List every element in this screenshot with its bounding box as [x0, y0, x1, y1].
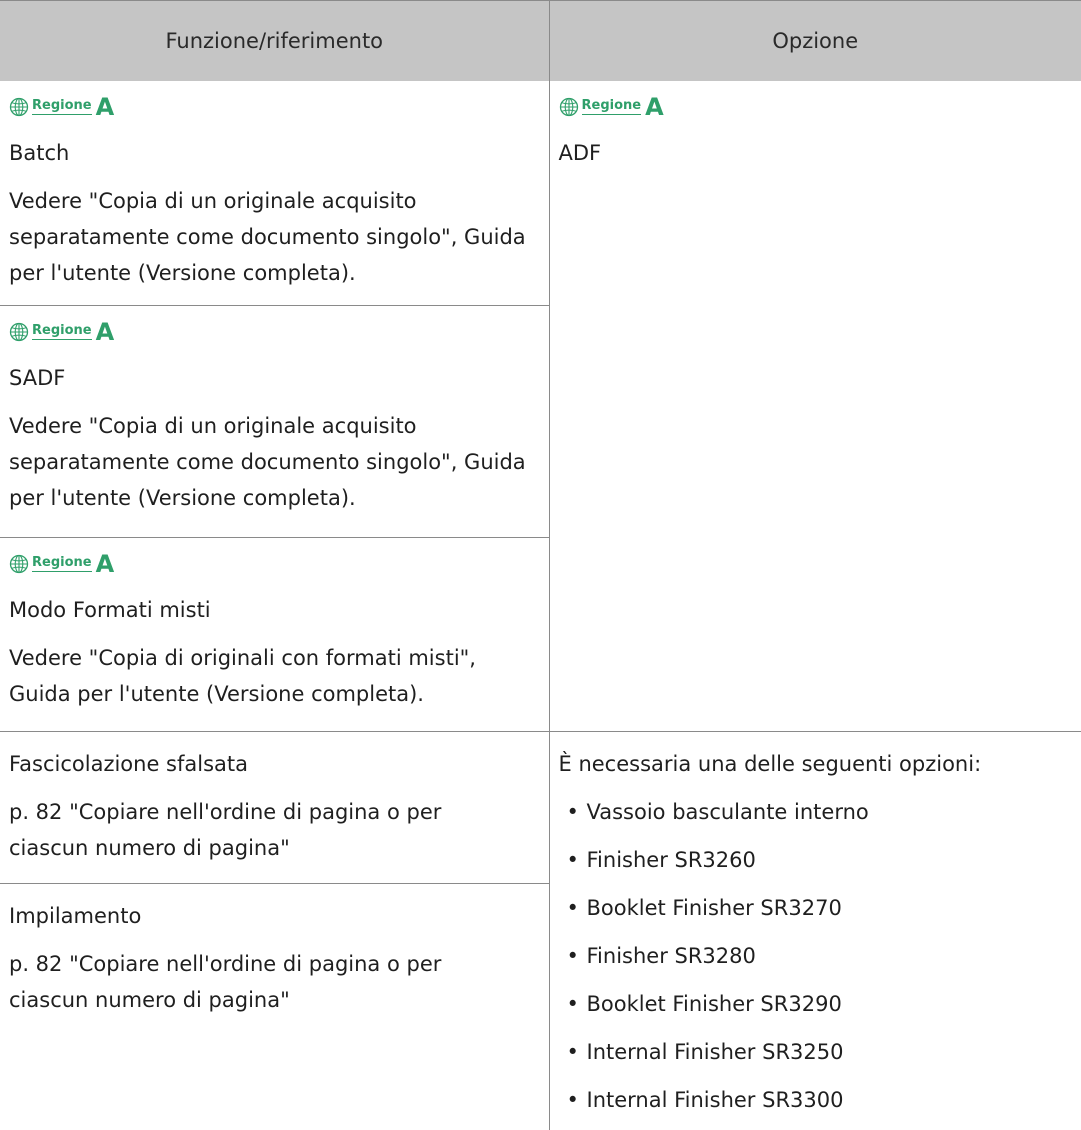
- region-label: Regione: [32, 324, 92, 340]
- reference-line: Vedere "Copia di un originale acquisito: [9, 183, 539, 219]
- option-cell-adf: Regione A ADF: [549, 81, 1081, 732]
- list-item: • Finisher SR3280: [559, 938, 1072, 974]
- function-cell-stacking: Impilamento p. 82 "Copiare nell'ordine d…: [0, 883, 549, 1130]
- list-item: • Internal Finisher SR3250: [559, 1034, 1072, 1070]
- option-item-label: Finisher SR3280: [587, 944, 756, 968]
- globe-icon: [559, 97, 579, 117]
- table-header-row: Funzione/riferimento Opzione: [0, 1, 1081, 82]
- column-header-option: Opzione: [549, 1, 1081, 82]
- region-label: Regione: [582, 99, 642, 115]
- function-cell-mixed-sizes: Regione A Modo Formati misti Vedere "Cop…: [0, 538, 549, 732]
- reference-line: per l'utente (Versione completa).: [9, 480, 539, 516]
- list-item: • Booklet Finisher SR3270: [559, 890, 1072, 926]
- function-name: Modo Formati misti: [9, 592, 539, 628]
- table-row: Regione A Batch Vedere "Copia di un orig…: [0, 81, 1081, 306]
- reference-line: ciascun numero di pagina": [9, 830, 539, 866]
- column-header-function: Funzione/riferimento: [0, 1, 549, 82]
- option-item-label: Vassoio basculante interno: [587, 800, 869, 824]
- globe-icon: [9, 322, 29, 342]
- bullet-icon: •: [567, 890, 579, 926]
- region-label: Regione: [32, 99, 92, 115]
- options-intro: È necessaria una delle seguenti opzioni:: [559, 746, 1072, 782]
- list-item: • Vassoio basculante interno: [559, 794, 1072, 830]
- function-name: Fascicolazione sfalsata: [9, 746, 539, 782]
- globe-icon: [9, 554, 29, 574]
- bullet-icon: •: [567, 938, 579, 974]
- list-item: • Finisher SR3260: [559, 842, 1072, 878]
- region-badge: Regione A: [9, 96, 539, 118]
- bullet-icon: •: [567, 842, 579, 878]
- reference-line: p. 82 "Copiare nell'ordine di pagina o p…: [9, 794, 539, 830]
- finisher-options-list: • Vassoio basculante interno • Finisher SR…: [559, 794, 1072, 1118]
- table-row: Fascicolazione sfalsata p. 82 "Copiare n…: [0, 732, 1081, 884]
- option-item-label: Internal Finisher SR3300: [587, 1088, 844, 1112]
- option-cell-finishers: È necessaria una delle seguenti opzioni:…: [549, 732, 1081, 1130]
- reference-line: Vedere "Copia di un originale acquisito: [9, 408, 539, 444]
- region-badge: Regione A: [9, 321, 539, 343]
- function-cell-offset-sort: Fascicolazione sfalsata p. 82 "Copiare n…: [0, 732, 549, 884]
- reference-line: per l'utente (Versione completa).: [9, 255, 539, 291]
- reference-line: separatamente come documento singolo", G…: [9, 219, 539, 255]
- list-item: • Booklet Finisher SR3290: [559, 986, 1072, 1022]
- function-name: Batch: [9, 135, 539, 171]
- bullet-icon: •: [567, 1034, 579, 1070]
- option-item-label: Internal Finisher SR3250: [587, 1040, 844, 1064]
- reference-line: separatamente come documento singolo", G…: [9, 444, 539, 480]
- bullet-icon: •: [567, 794, 579, 830]
- region-letter: A: [645, 96, 664, 118]
- region-badge: Regione A: [9, 553, 539, 575]
- option-name: ADF: [559, 135, 1072, 171]
- option-item-label: Booklet Finisher SR3270: [587, 896, 842, 920]
- region-letter: A: [96, 321, 115, 343]
- list-item: • Internal Finisher SR3300: [559, 1082, 1072, 1118]
- region-label: Regione: [32, 556, 92, 572]
- option-item-label: Finisher SR3260: [587, 848, 756, 872]
- reference-line: p. 82 "Copiare nell'ordine di pagina o p…: [9, 946, 539, 982]
- function-options-table: Funzione/riferimento Opzione: [0, 0, 1081, 1130]
- reference-line: ciascun numero di pagina": [9, 982, 539, 1018]
- option-item-label: Booklet Finisher SR3290: [587, 992, 842, 1016]
- bullet-icon: •: [567, 1082, 579, 1118]
- function-cell-batch: Regione A Batch Vedere "Copia di un orig…: [0, 81, 549, 306]
- reference-line: Guida per l'utente (Versione completa).: [9, 676, 539, 712]
- bullet-icon: •: [567, 986, 579, 1022]
- function-name: Impilamento: [9, 898, 539, 934]
- function-cell-sadf: Regione A SADF Vedere "Copia di un origi…: [0, 306, 549, 538]
- globe-icon: [9, 97, 29, 117]
- reference-line: Vedere "Copia di originali con formati m…: [9, 640, 539, 676]
- region-badge: Regione A: [559, 96, 1072, 118]
- region-letter: A: [96, 96, 115, 118]
- region-letter: A: [96, 553, 115, 575]
- function-name: SADF: [9, 360, 539, 396]
